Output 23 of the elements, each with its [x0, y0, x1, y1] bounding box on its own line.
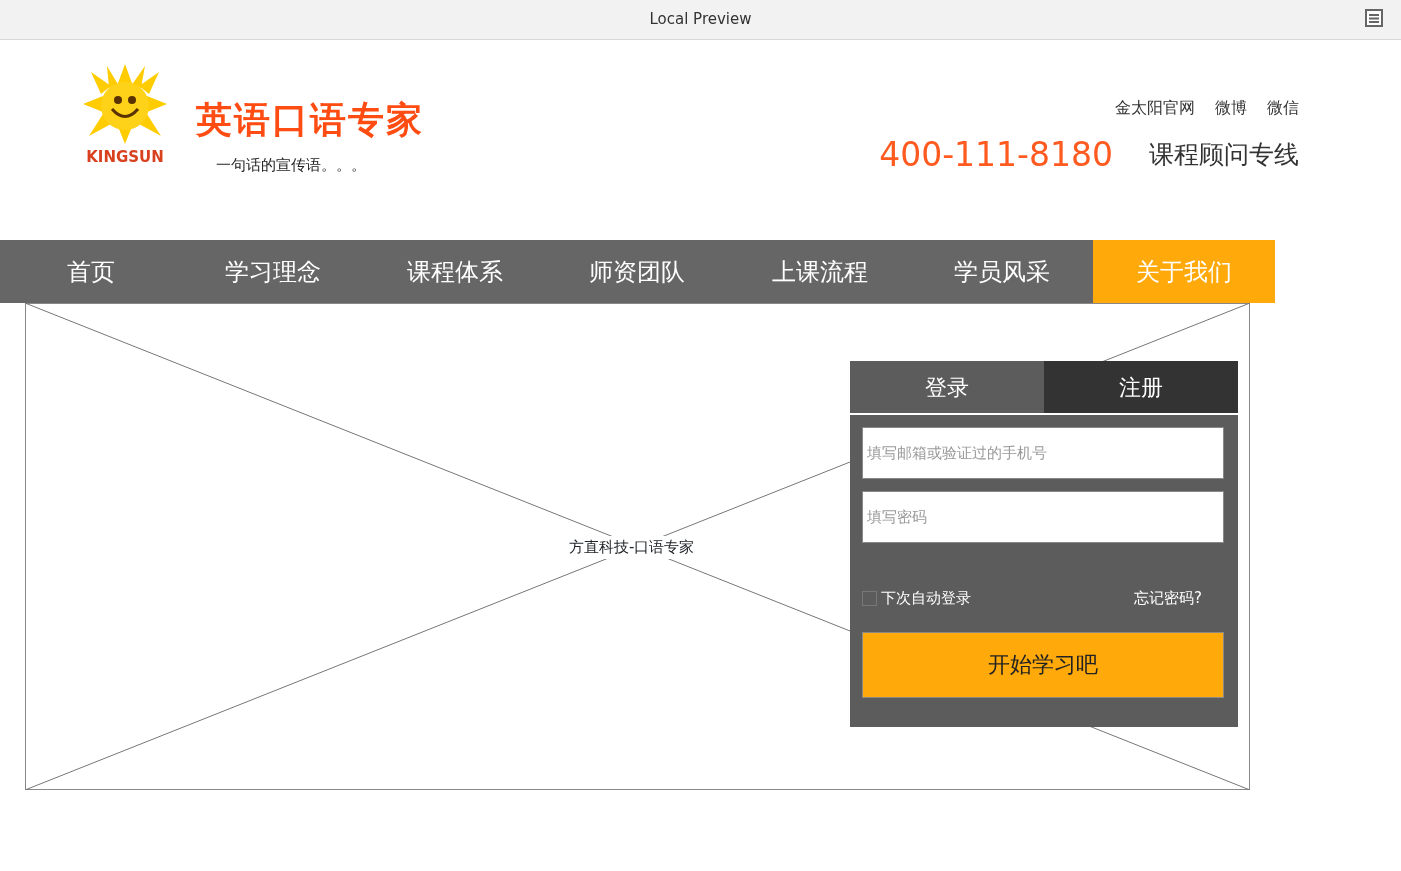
slogan: 一句话的宣传语。。。: [216, 155, 367, 176]
top-link[interactable]: 金太阳官网: [1115, 96, 1195, 120]
nav-item[interactable]: 学员风采: [910, 240, 1093, 303]
checkbox[interactable]: [862, 590, 877, 606]
forgot-password-link[interactable]: 忘记密码?: [1134, 587, 1202, 610]
window-title: Local Preview: [649, 9, 752, 31]
nav-item[interactable]: 上课流程: [728, 240, 911, 303]
phone-label: 课程顾问专线: [1149, 139, 1299, 171]
document-icon[interactable]: [1365, 9, 1383, 27]
brand-title: 英语口语专家: [196, 102, 424, 138]
account-field[interactable]: 填写邮箱或验证过的手机号: [862, 427, 1224, 479]
nav-item[interactable]: 师资团队: [546, 240, 729, 303]
login-tab[interactable]: 注册: [1044, 361, 1238, 413]
top-link[interactable]: 微博: [1215, 96, 1247, 120]
logo-text: KINGSUN: [86, 147, 164, 168]
nav-item[interactable]: 学习理念: [182, 240, 365, 303]
nav-item[interactable]: 首页: [0, 240, 183, 303]
checkbox-label: 下次自动登录: [881, 588, 971, 609]
password-field[interactable]: 填写密码: [862, 491, 1224, 543]
top-link[interactable]: 微信: [1267, 96, 1299, 120]
start-learning-button[interactable]: 开始学习吧: [862, 631, 1224, 698]
phone-number: 400-111-8180: [879, 138, 1113, 172]
nav-item[interactable]: 课程体系: [364, 240, 547, 303]
